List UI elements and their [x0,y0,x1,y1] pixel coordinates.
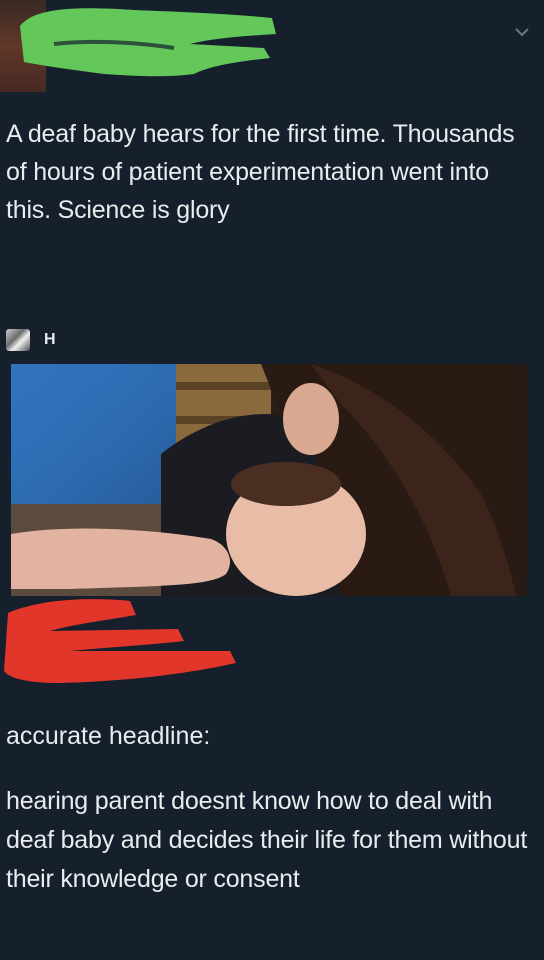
tweet-photo[interactable] [11,364,527,596]
redaction-mark-green [20,8,276,77]
reply-text: hearing parent doesnt know how to deal w… [6,787,528,893]
tweet-text: A deaf baby hears for the first time. Th… [6,120,515,224]
quoted-avatar[interactable] [6,329,30,351]
reply-label: accurate headline: [6,722,211,750]
quoted-author-row[interactable]: H [6,328,56,352]
chevron-down-icon[interactable] [514,24,530,40]
redaction-mark-red [4,599,236,683]
quoted-author-name[interactable]: H [44,331,56,349]
